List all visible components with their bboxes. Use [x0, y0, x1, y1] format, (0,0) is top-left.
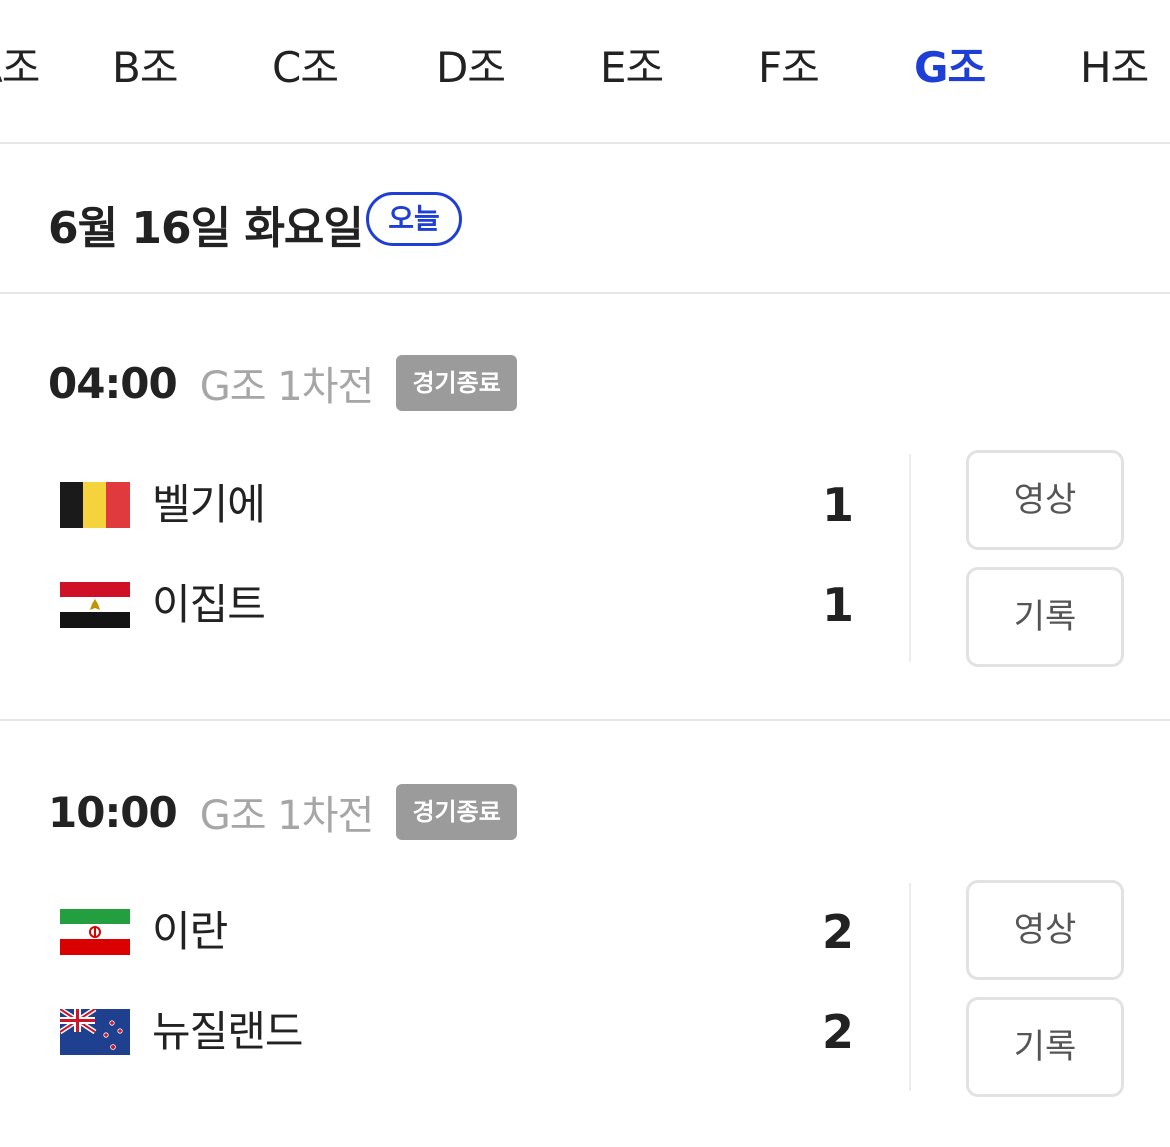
team-score: 1 — [821, 478, 854, 532]
egypt-flag-icon — [60, 582, 130, 628]
team-row[interactable]: 이집트 1 — [60, 570, 860, 640]
match-round: G조 1차전 — [199, 793, 375, 839]
tab-group-c[interactable]: C조 — [272, 40, 339, 96]
belgium-flag-icon — [60, 482, 130, 528]
today-badge: 오늘 — [366, 192, 462, 246]
tab-group-e[interactable]: E조 — [600, 40, 664, 96]
tab-group-f[interactable]: F조 — [758, 40, 820, 96]
match-card: 04:00 G조 1차전 경기종료 벨기에 1 이집트 1 영상 기록 — [0, 294, 1170, 721]
tab-group-h[interactable]: H조 — [1080, 40, 1149, 96]
tab-group-a[interactable]: A조 — [0, 40, 40, 96]
tab-group-b[interactable]: B조 — [112, 40, 178, 96]
vertical-divider — [909, 454, 911, 662]
match-time: 04:00 — [48, 358, 178, 408]
match-header: 10:00 G조 1차전 경기종료 — [48, 783, 517, 841]
iran-flag-icon — [60, 909, 130, 955]
video-button[interactable]: 영상 — [966, 450, 1124, 550]
video-button[interactable]: 영상 — [966, 880, 1124, 980]
new-zealand-flag-icon — [60, 1009, 130, 1055]
match-header: 04:00 G조 1차전 경기종료 — [48, 354, 517, 412]
team-row[interactable]: 이란 2 — [60, 897, 860, 967]
match-status-badge: 경기종료 — [396, 355, 517, 411]
team-row[interactable]: 뉴질랜드 2 — [60, 997, 860, 1067]
vertical-divider — [909, 883, 911, 1091]
team-score: 2 — [821, 1005, 854, 1059]
team-score: 2 — [821, 905, 854, 959]
match-card: 10:00 G조 1차전 경기종료 이란 2 뉴질랜드 2 영상 기록 — [0, 721, 1170, 1147]
tab-group-g[interactable]: G조 — [914, 40, 986, 96]
team-score: 1 — [821, 578, 854, 632]
team-name: 벨기에 — [152, 480, 266, 529]
date-label: 6월 16일 화요일 — [48, 203, 364, 254]
match-status-badge: 경기종료 — [396, 784, 517, 840]
team-row[interactable]: 벨기에 1 — [60, 470, 860, 540]
tab-group-d[interactable]: D조 — [436, 40, 506, 96]
date-header: 6월 16일 화요일 오늘 — [0, 144, 1170, 294]
group-tab-bar: A조 B조 C조 D조 E조 F조 G조 H조 — [0, 0, 1170, 144]
team-name: 뉴질랜드 — [152, 1007, 304, 1056]
match-time: 10:00 — [48, 787, 178, 837]
team-name: 이집트 — [152, 580, 266, 629]
record-button[interactable]: 기록 — [966, 997, 1124, 1097]
match-round: G조 1차전 — [199, 364, 375, 410]
record-button[interactable]: 기록 — [966, 567, 1124, 667]
team-name: 이란 — [152, 907, 228, 956]
